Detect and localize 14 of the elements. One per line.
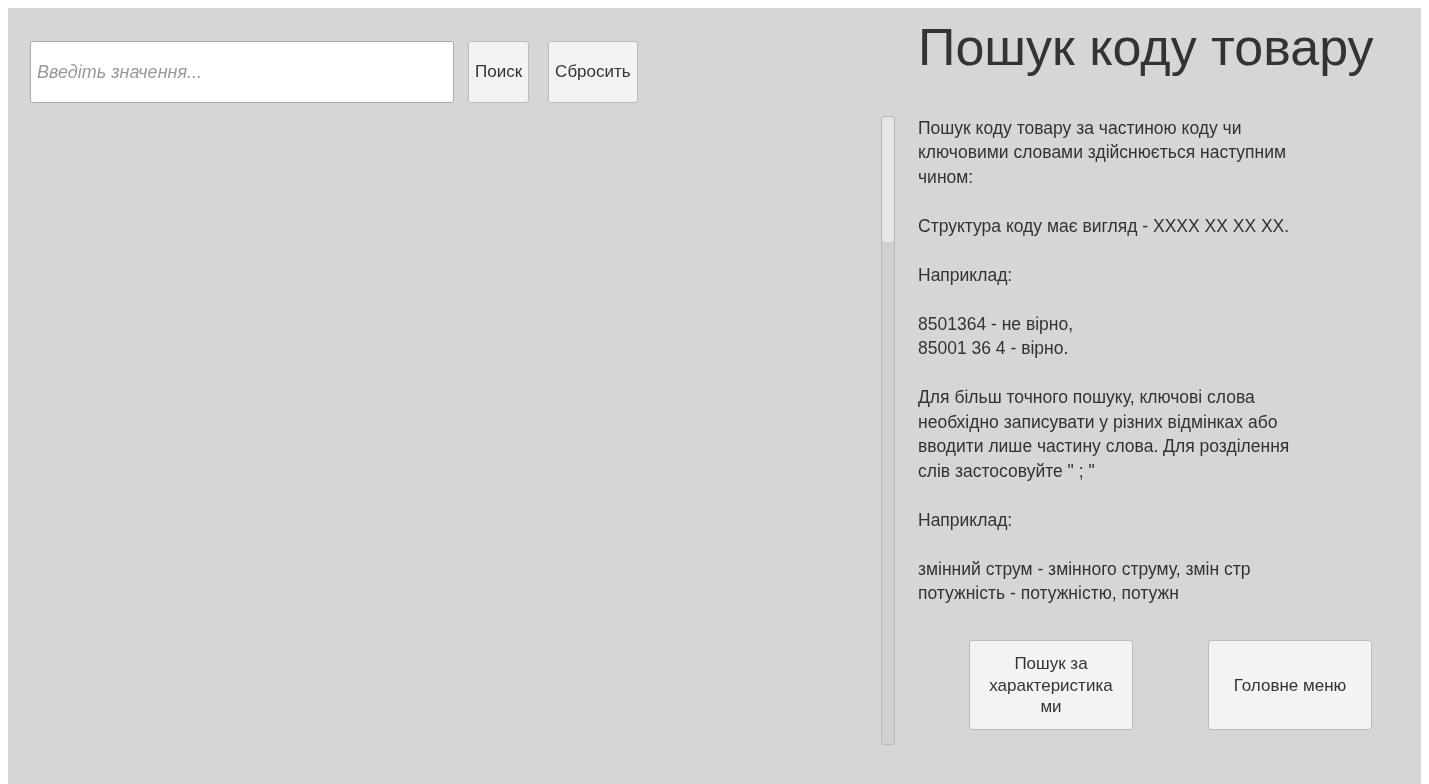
scrollbar[interactable] — [881, 115, 895, 745]
search-button[interactable]: Поиск — [468, 41, 530, 103]
help-paragraph: Пошук коду товару за частиною коду чи ключовими словами здійснюється наступним чином: — [918, 116, 1288, 189]
page-title: Пошук коду товару — [918, 18, 1375, 78]
main-menu-button[interactable]: Головне меню — [1208, 640, 1372, 731]
help-paragraph: змінний струм - змінного струму, змін стр потужність - потужністю, потужн — [918, 557, 1252, 606]
reset-button[interactable]: Сбросить — [548, 41, 638, 103]
search-by-features-button[interactable]: Пошук за характеристика ми — [969, 640, 1133, 731]
help-paragraph: Наприклад: — [918, 263, 1014, 287]
help-paragraph: Структура коду має вигляд - XXXX XX XX XX. — [918, 214, 1291, 238]
help-paragraph: Для більш точного пошуку, ключові слова необхідно записувати у різних відмінках або вводити лише частину слова. Для розділення слів застосовуйте " ; " — [918, 386, 1291, 483]
help-paragraph: 8501364 - не вірно, 85001 36 4 - вірно. — [918, 312, 1075, 361]
help-paragraph: Наприклад: — [918, 508, 1014, 532]
search-field[interactable]: Введіть значення... — [30, 41, 454, 103]
